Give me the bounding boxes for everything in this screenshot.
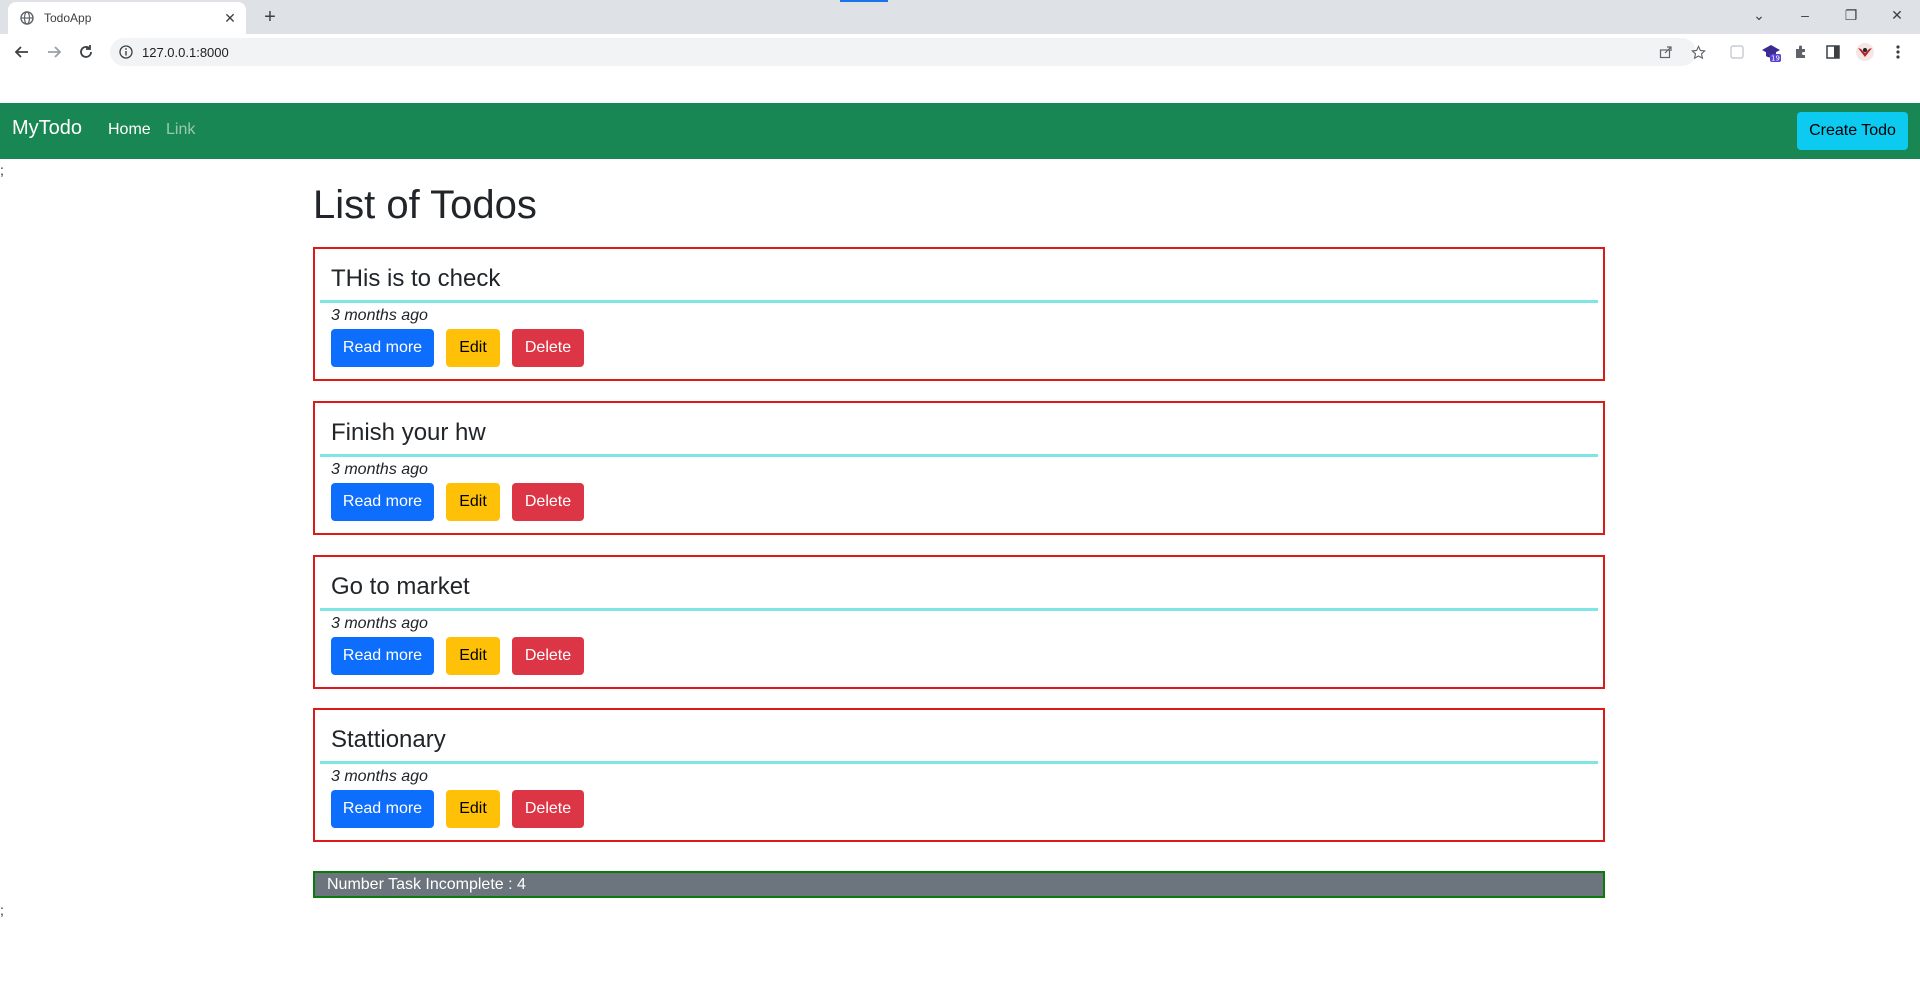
bookmark-star-icon[interactable] [1690, 44, 1706, 60]
delete-button[interactable]: Delete [512, 483, 584, 521]
share-icon[interactable] [1658, 44, 1674, 60]
todo-card: Stattionary 3 months ago Read more Edit … [313, 708, 1605, 842]
delete-button[interactable]: Delete [512, 329, 584, 367]
app-navbar: MyTodo Home Link Create Todo [0, 103, 1920, 159]
globe-icon [20, 11, 34, 25]
nav-link-link[interactable]: Link [166, 121, 195, 139]
url-text: 127.0.0.1:8000 [142, 44, 229, 60]
browser-tab-strip: TodoApp ✕ + ⌄ – ❐ ✕ [0, 0, 1920, 34]
browser-menu-icon[interactable] [1888, 42, 1908, 62]
todo-title: Stattionary [331, 726, 446, 753]
todo-divider [320, 608, 1598, 611]
todo-card: THis is to check 3 months ago Read more … [313, 247, 1605, 381]
extension-blank-icon[interactable] [1727, 42, 1747, 62]
browser-tab[interactable]: TodoApp ✕ [8, 2, 246, 34]
todo-divider [320, 300, 1598, 303]
tab-title: TodoApp [44, 11, 92, 25]
page-title: List of Todos [313, 183, 537, 227]
profile-avatar-icon[interactable] [1855, 42, 1875, 62]
todo-card: Go to market 3 months ago Read more Edit… [313, 555, 1605, 689]
tab-strip-accent [840, 0, 888, 2]
close-window-icon[interactable]: ✕ [1874, 0, 1920, 30]
info-icon[interactable] [118, 44, 134, 60]
browser-toolbar: 127.0.0.1:8000 19 [0, 34, 1920, 70]
todo-divider [320, 761, 1598, 764]
address-bar[interactable]: 127.0.0.1:8000 [110, 38, 1706, 66]
create-todo-button[interactable]: Create Todo [1797, 112, 1908, 150]
minimize-icon[interactable]: – [1782, 0, 1828, 30]
todo-title: Go to market [331, 573, 470, 600]
edit-button[interactable]: Edit [446, 483, 500, 521]
tab-close-icon[interactable]: ✕ [220, 8, 240, 28]
edit-button[interactable]: Edit [446, 637, 500, 675]
back-icon[interactable] [10, 40, 34, 64]
todo-divider [320, 454, 1598, 457]
forward-icon[interactable] [42, 40, 66, 64]
edit-button[interactable]: Edit [446, 790, 500, 828]
stray-semicolon-bottom: ; [0, 902, 4, 918]
new-tab-button[interactable]: + [258, 5, 282, 29]
edit-button[interactable]: Edit [446, 329, 500, 367]
graduation-cap-extension-icon[interactable]: 19 [1761, 42, 1781, 62]
puzzle-extensions-icon[interactable] [1791, 42, 1811, 62]
todo-card: Finish your hw 3 months ago Read more Ed… [313, 401, 1605, 535]
extension-badge: 19 [1771, 55, 1780, 63]
delete-button[interactable]: Delete [512, 790, 584, 828]
incomplete-count-bar: Number Task Incomplete : 4 [313, 871, 1605, 898]
brand-link[interactable]: MyTodo [12, 117, 82, 140]
todo-title: Finish your hw [331, 419, 486, 446]
read-more-button[interactable]: Read more [331, 790, 434, 828]
reload-icon[interactable] [74, 40, 98, 64]
todo-timestamp: 3 months ago [331, 768, 428, 785]
side-panel-icon[interactable] [1823, 42, 1843, 62]
todo-timestamp: 3 months ago [331, 307, 428, 324]
todo-title: THis is to check [331, 265, 501, 292]
tab-search-icon[interactable]: ⌄ [1736, 0, 1782, 30]
read-more-button[interactable]: Read more [331, 637, 434, 675]
delete-button[interactable]: Delete [512, 637, 584, 675]
todo-timestamp: 3 months ago [331, 461, 428, 478]
read-more-button[interactable]: Read more [331, 483, 434, 521]
restore-icon[interactable]: ❐ [1828, 0, 1874, 30]
stray-semicolon-top: ; [0, 162, 4, 178]
read-more-button[interactable]: Read more [331, 329, 434, 367]
nav-home-link[interactable]: Home [108, 121, 151, 139]
todo-timestamp: 3 months ago [331, 615, 428, 632]
